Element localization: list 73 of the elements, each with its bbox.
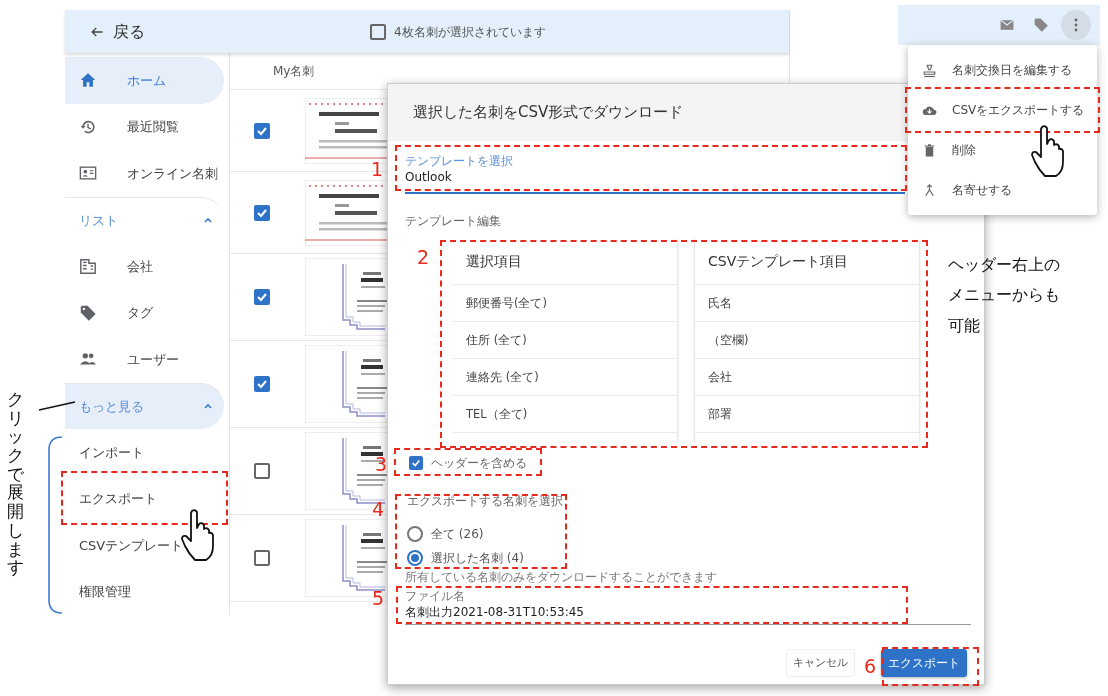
sidebar-item[interactable]: 会社 — [65, 243, 224, 290]
row-checkbox[interactable] — [254, 463, 270, 479]
table-cell: （空欄) — [695, 322, 919, 360]
mail-icon[interactable] — [999, 17, 1015, 33]
checkbox-label: ヘッダーを含める — [431, 455, 527, 473]
section-label: テンプレート編集 — [405, 213, 502, 231]
checkmark-icon — [256, 291, 268, 303]
checkmark-icon — [256, 378, 268, 390]
pointing-hand-icon — [1030, 124, 1066, 178]
sidebar-item[interactable]: オンライン名刺 — [65, 150, 224, 197]
radio-button[interactable] — [407, 526, 423, 543]
merge-icon — [922, 182, 937, 198]
table-cell: 郵便番号(全て) — [453, 285, 677, 323]
step-number: 2 — [417, 248, 430, 267]
step-number: 4 — [372, 500, 385, 519]
radio-group-label: エクスポートする名刺を選択 — [407, 493, 564, 511]
radio-label: 選択した名刺 (4) — [431, 550, 524, 568]
export-button[interactable]: エクスポート — [881, 649, 967, 678]
sidebar-item[interactable]: インポート — [65, 429, 224, 476]
table-cell: 会社 — [695, 359, 919, 397]
step-number: 6 — [864, 657, 877, 676]
column-header: My名刺 — [273, 63, 315, 80]
column-header: CSVテンプレート項目 — [695, 238, 919, 286]
step-number: 3 — [375, 455, 388, 474]
row-checkbox[interactable] — [254, 376, 270, 392]
table-cell: 住所 (全て) — [453, 322, 677, 360]
radio-button[interactable] — [407, 550, 423, 567]
select-all-checkbox[interactable] — [370, 23, 386, 40]
trash-icon — [922, 142, 937, 158]
annotation-note: クリックで展開します — [7, 390, 24, 577]
home-icon — [79, 71, 97, 90]
menu-item[interactable]: 名寄せする — [908, 170, 1097, 210]
table-cell: 氏名 — [695, 285, 919, 323]
menu-item[interactable]: 名刺交換日を編集する — [908, 50, 1097, 90]
row-checkbox[interactable] — [254, 122, 270, 139]
back-button[interactable]: 戻る — [89, 19, 145, 44]
tag-icon[interactable] — [1033, 17, 1049, 33]
stamp-icon — [922, 62, 937, 78]
cancel-button[interactable]: キャンセル — [786, 649, 855, 678]
tag-icon — [79, 303, 97, 322]
row-checkbox[interactable] — [254, 204, 270, 221]
sidebar-item[interactable]: 最近閲覧 — [65, 103, 224, 150]
building-icon — [79, 257, 97, 276]
radio-label: 全て (26) — [431, 526, 484, 544]
sidebar-section-header[interactable]: リスト — [65, 196, 224, 243]
leader-line — [38, 401, 76, 411]
checkmark-icon — [411, 458, 421, 469]
step-number: 5 — [372, 589, 385, 608]
sidebar-item[interactable]: ホーム — [65, 57, 224, 104]
filename-field[interactable]: ファイル名 名刺出力2021-08-31T10:53:45 — [405, 590, 971, 626]
template-select[interactable]: テンプレートを選択 Outlook — [405, 155, 905, 195]
sidebar-item[interactable]: エクスポート — [65, 475, 224, 522]
sidebar-item[interactable]: 権限管理 — [65, 568, 224, 615]
id-card-icon — [79, 164, 97, 183]
step-number: 1 — [371, 160, 384, 179]
include-header-checkbox[interactable] — [409, 456, 423, 471]
row-checkbox[interactable] — [254, 289, 270, 305]
selection-count-label: 4枚名刺が選択されています — [394, 23, 546, 41]
menu-item[interactable]: CSVをエクスポートする — [908, 90, 1097, 130]
more-vertical-icon — [1074, 18, 1078, 32]
row-checkbox[interactable] — [254, 550, 270, 566]
table-cell: 部署 — [695, 396, 919, 434]
table-cell: TEL（全て) — [453, 396, 677, 434]
table-cell: 連絡先 (全て) — [453, 359, 677, 397]
column-header: 選択項目 — [453, 238, 677, 286]
hint-text: 所有している名刺のみをダウンロードすることができます — [405, 569, 718, 587]
sidebar-item[interactable]: タグ — [65, 289, 224, 336]
sidebar-item[interactable]: ユーザー — [65, 336, 224, 383]
menu-item[interactable]: 削除 — [908, 130, 1097, 170]
dialog-title: 選択した名刺をCSV形式でダウンロード — [413, 102, 684, 124]
annotation-note: ヘッダー右上のメニューからも可能 — [948, 254, 1061, 337]
sidebar-item[interactable]: CSVテンプレート — [65, 522, 224, 569]
pointing-hand-icon — [180, 508, 216, 562]
